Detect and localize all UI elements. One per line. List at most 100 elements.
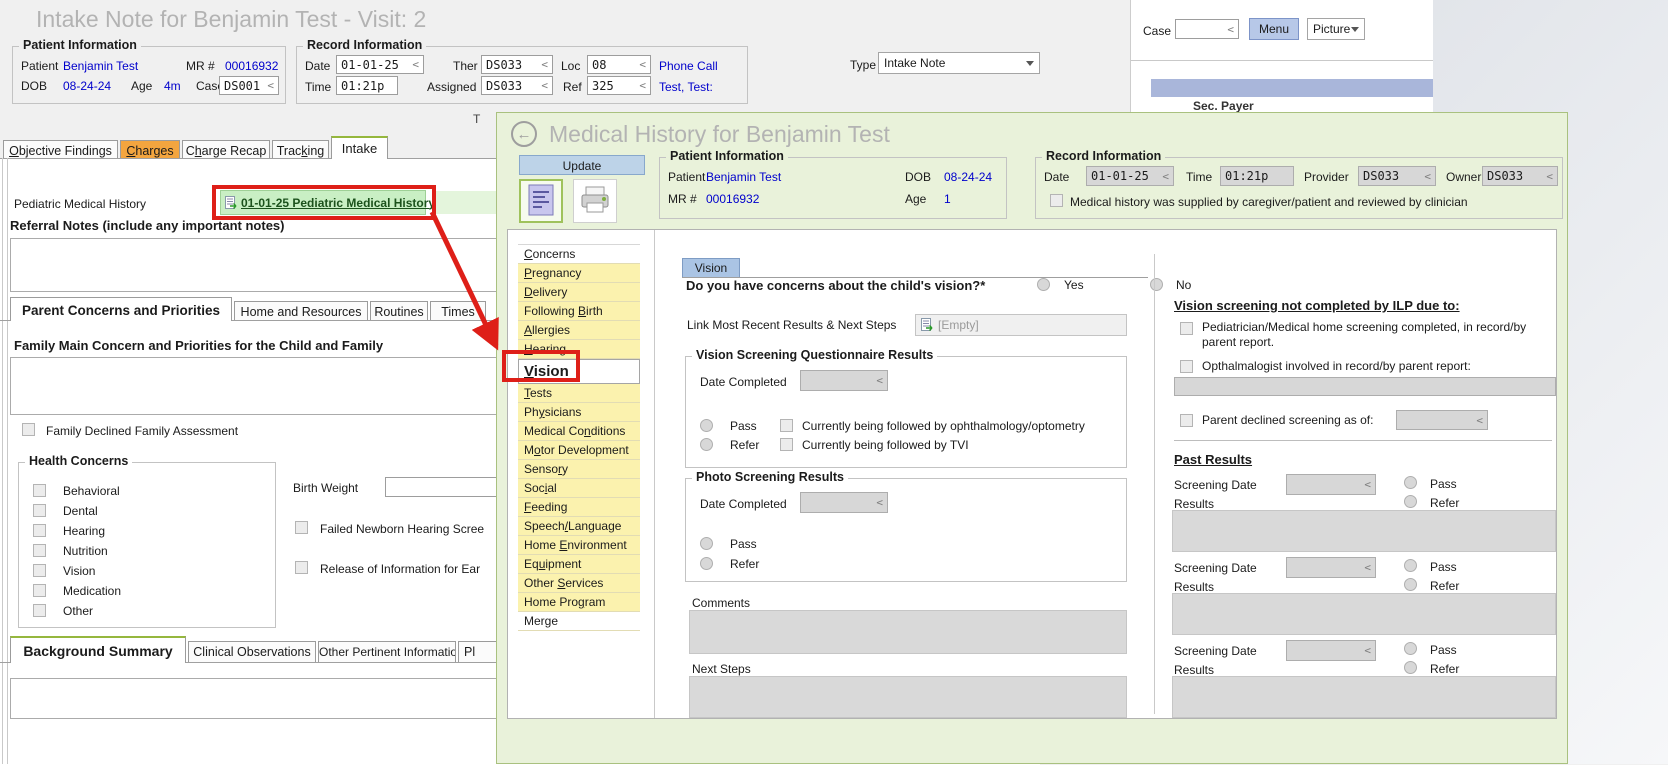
tab-intake[interactable]: Intake [331, 136, 388, 159]
sidebar-item-pregnancy[interactable]: Pregnancy [518, 264, 640, 283]
opthalmalogist-field[interactable] [1174, 377, 1556, 396]
sidebar-item-social[interactable]: Social [518, 479, 640, 498]
sidebar-item-medical-conditions[interactable]: Medical Conditions [518, 422, 640, 441]
nutrition-checkbox[interactable] [33, 544, 46, 557]
opthalmalogist-checkbox[interactable] [1180, 360, 1193, 373]
birth-weight-field[interactable] [385, 477, 497, 497]
parent-declined-date-field[interactable]: < [1396, 410, 1488, 430]
photo-pass-radio[interactable] [700, 537, 713, 550]
sidebar-item-allergies[interactable]: Allergies [518, 321, 640, 340]
next-steps-textarea[interactable] [689, 676, 1127, 718]
sidebar-item-motor-development[interactable]: Motor Development [518, 441, 640, 460]
menu-button[interactable]: Menu [1249, 18, 1299, 40]
screening-date-field[interactable]: < [1286, 640, 1376, 661]
vision-no-radio[interactable] [1150, 278, 1163, 291]
results-textarea[interactable] [1172, 593, 1556, 635]
sidebar-item-feeding[interactable]: Feeding [518, 498, 640, 517]
sidebar-item-speech-language[interactable]: Speech/Language [518, 517, 640, 536]
vsq-refer-radio[interactable] [700, 438, 713, 451]
owner-field[interactable]: DS033< [1482, 166, 1558, 186]
ref-field[interactable]: 325< [587, 76, 651, 95]
tab-charge-recap[interactable]: Charge Recap [182, 140, 270, 158]
date-field[interactable]: 01-01-25< [336, 55, 424, 74]
field-chevron[interactable]: < [267, 79, 274, 92]
sidebar-item-home-environment[interactable]: Home Environment [518, 536, 640, 555]
vision-checkbox[interactable] [33, 564, 46, 577]
dental-checkbox[interactable] [33, 504, 46, 517]
photo-refer-radio[interactable] [700, 557, 713, 570]
sidebar-item-physicians[interactable]: Physicians [518, 403, 640, 422]
sidebar-item-other-services[interactable]: Other Services [518, 574, 640, 593]
sidebar-item-merge[interactable]: Merge [518, 612, 640, 631]
screening-date-field[interactable]: < [1286, 557, 1376, 578]
type-dropdown[interactable]: Intake Note [878, 52, 1040, 74]
vsq-date-field[interactable]: < [800, 370, 888, 391]
vision-page-tab[interactable]: Vision [682, 258, 740, 277]
mr-value[interactable]: 00016932 [706, 192, 759, 206]
tab-parent-concerns[interactable]: Parent Concerns and Priorities [10, 297, 232, 321]
sidebar-item-equipment[interactable]: Equipment [518, 555, 640, 574]
patient-value[interactable]: Benjamin Test [706, 170, 781, 184]
date-field[interactable]: 01-01-25< [1086, 166, 1174, 186]
medication-checkbox[interactable] [33, 584, 46, 597]
supplied-checkbox[interactable] [1050, 194, 1063, 207]
time-field[interactable]: 01:21p [1220, 166, 1294, 186]
provider-field[interactable]: DS033< [1358, 166, 1436, 186]
dob-value: 08-24-24 [944, 170, 992, 184]
sidebar-item-tests[interactable]: Tests [518, 384, 640, 403]
loc-field[interactable]: 08< [587, 55, 651, 74]
sidebar-item-home-program[interactable]: Home Program [518, 593, 640, 612]
update-button[interactable]: Update [519, 155, 645, 175]
mr-value[interactable]: 00016932 [225, 59, 278, 73]
other-checkbox[interactable] [33, 604, 46, 617]
ophthalmology-checkbox[interactable] [780, 419, 793, 432]
screening-date-field[interactable]: < [1286, 474, 1376, 495]
comments-textarea[interactable] [689, 610, 1127, 654]
sidebar-item-following-birth[interactable]: Following Birth [518, 302, 640, 321]
release-info-checkbox[interactable] [295, 561, 308, 574]
case-field[interactable]: < [1175, 19, 1239, 39]
past-pass-radio[interactable] [1404, 642, 1417, 655]
divider [1131, 60, 1433, 61]
time-field[interactable]: 01:21p [336, 76, 398, 95]
tab-charges[interactable]: Charges [120, 140, 180, 158]
parent-declined-checkbox[interactable] [1180, 414, 1193, 427]
sidebar-item-sensory[interactable]: Sensory [518, 460, 640, 479]
past-pass-radio[interactable] [1404, 559, 1417, 572]
hearing-checkbox[interactable] [33, 524, 46, 537]
results-textarea[interactable] [1172, 676, 1556, 718]
assigned-field[interactable]: DS033< [481, 76, 553, 95]
past-refer-radio[interactable] [1404, 578, 1417, 591]
print-button[interactable] [573, 179, 617, 223]
failed-newborn-checkbox[interactable] [295, 521, 308, 534]
patient-value[interactable]: Benjamin Test [63, 59, 138, 73]
picture-dropdown[interactable]: Picture [1307, 18, 1365, 40]
past-refer-radio[interactable] [1404, 495, 1417, 508]
results-textarea[interactable] [1172, 510, 1556, 552]
past-results-block: Screening Date < Pass Results Refer [1172, 640, 1556, 718]
family-declined-checkbox[interactable] [22, 423, 35, 436]
referral-link[interactable]: Test, Test: [659, 80, 713, 94]
tab-tracking[interactable]: Tracking [272, 140, 329, 158]
empty-link-button[interactable]: [Empty] [915, 314, 1127, 336]
vision-yes-radio[interactable] [1037, 278, 1050, 291]
background-summary-textarea[interactable] [10, 678, 510, 719]
sidebar-item-delivery[interactable]: Delivery [518, 283, 640, 302]
case-field[interactable]: DS001< [219, 76, 279, 95]
sidebar-item-concerns[interactable]: Concerns [518, 245, 640, 264]
back-button[interactable]: ← [511, 121, 537, 147]
photo-date-field[interactable]: < [800, 492, 888, 513]
tab-objective-findings[interactable]: Objective Findings [3, 140, 118, 158]
phone-call-link[interactable]: Phone Call [659, 59, 718, 73]
tab-home-and-resources[interactable]: Home and Resources [234, 301, 368, 320]
tvi-checkbox[interactable] [780, 438, 793, 451]
tab-clinical-observations[interactable]: Clinical Observations [188, 641, 316, 662]
behavioral-checkbox[interactable] [33, 484, 46, 497]
tab-other-pertinent-information[interactable]: Other Pertinent Information [318, 641, 456, 662]
pediatrician-screening-checkbox[interactable] [1180, 322, 1193, 335]
ther-field[interactable]: DS033< [481, 55, 553, 74]
past-pass-radio[interactable] [1404, 476, 1417, 489]
past-refer-radio[interactable] [1404, 661, 1417, 674]
vsq-pass-radio[interactable] [700, 419, 713, 432]
tab-background-summary[interactable]: Background Summary [10, 636, 186, 663]
